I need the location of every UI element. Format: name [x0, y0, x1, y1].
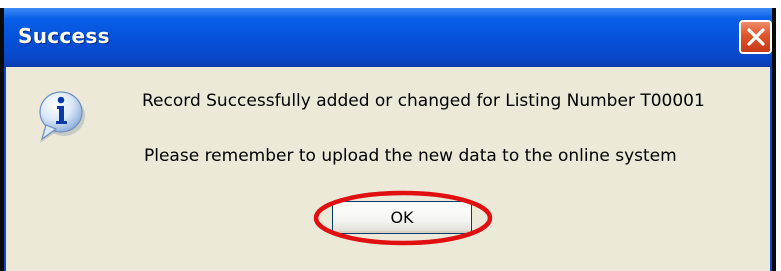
close-button[interactable] — [739, 20, 772, 54]
message-line-1: Record Successfully added or changed for… — [142, 91, 705, 111]
dialog-body: Record Successfully added or changed for… — [4, 67, 772, 271]
title-bar[interactable]: Success — [4, 8, 772, 67]
dialog-title: Success — [18, 24, 110, 48]
message-line-2: Please remember to upload the new data t… — [144, 146, 677, 166]
info-icon — [36, 85, 88, 145]
ok-button[interactable]: OK — [332, 201, 472, 234]
close-icon — [747, 28, 765, 46]
